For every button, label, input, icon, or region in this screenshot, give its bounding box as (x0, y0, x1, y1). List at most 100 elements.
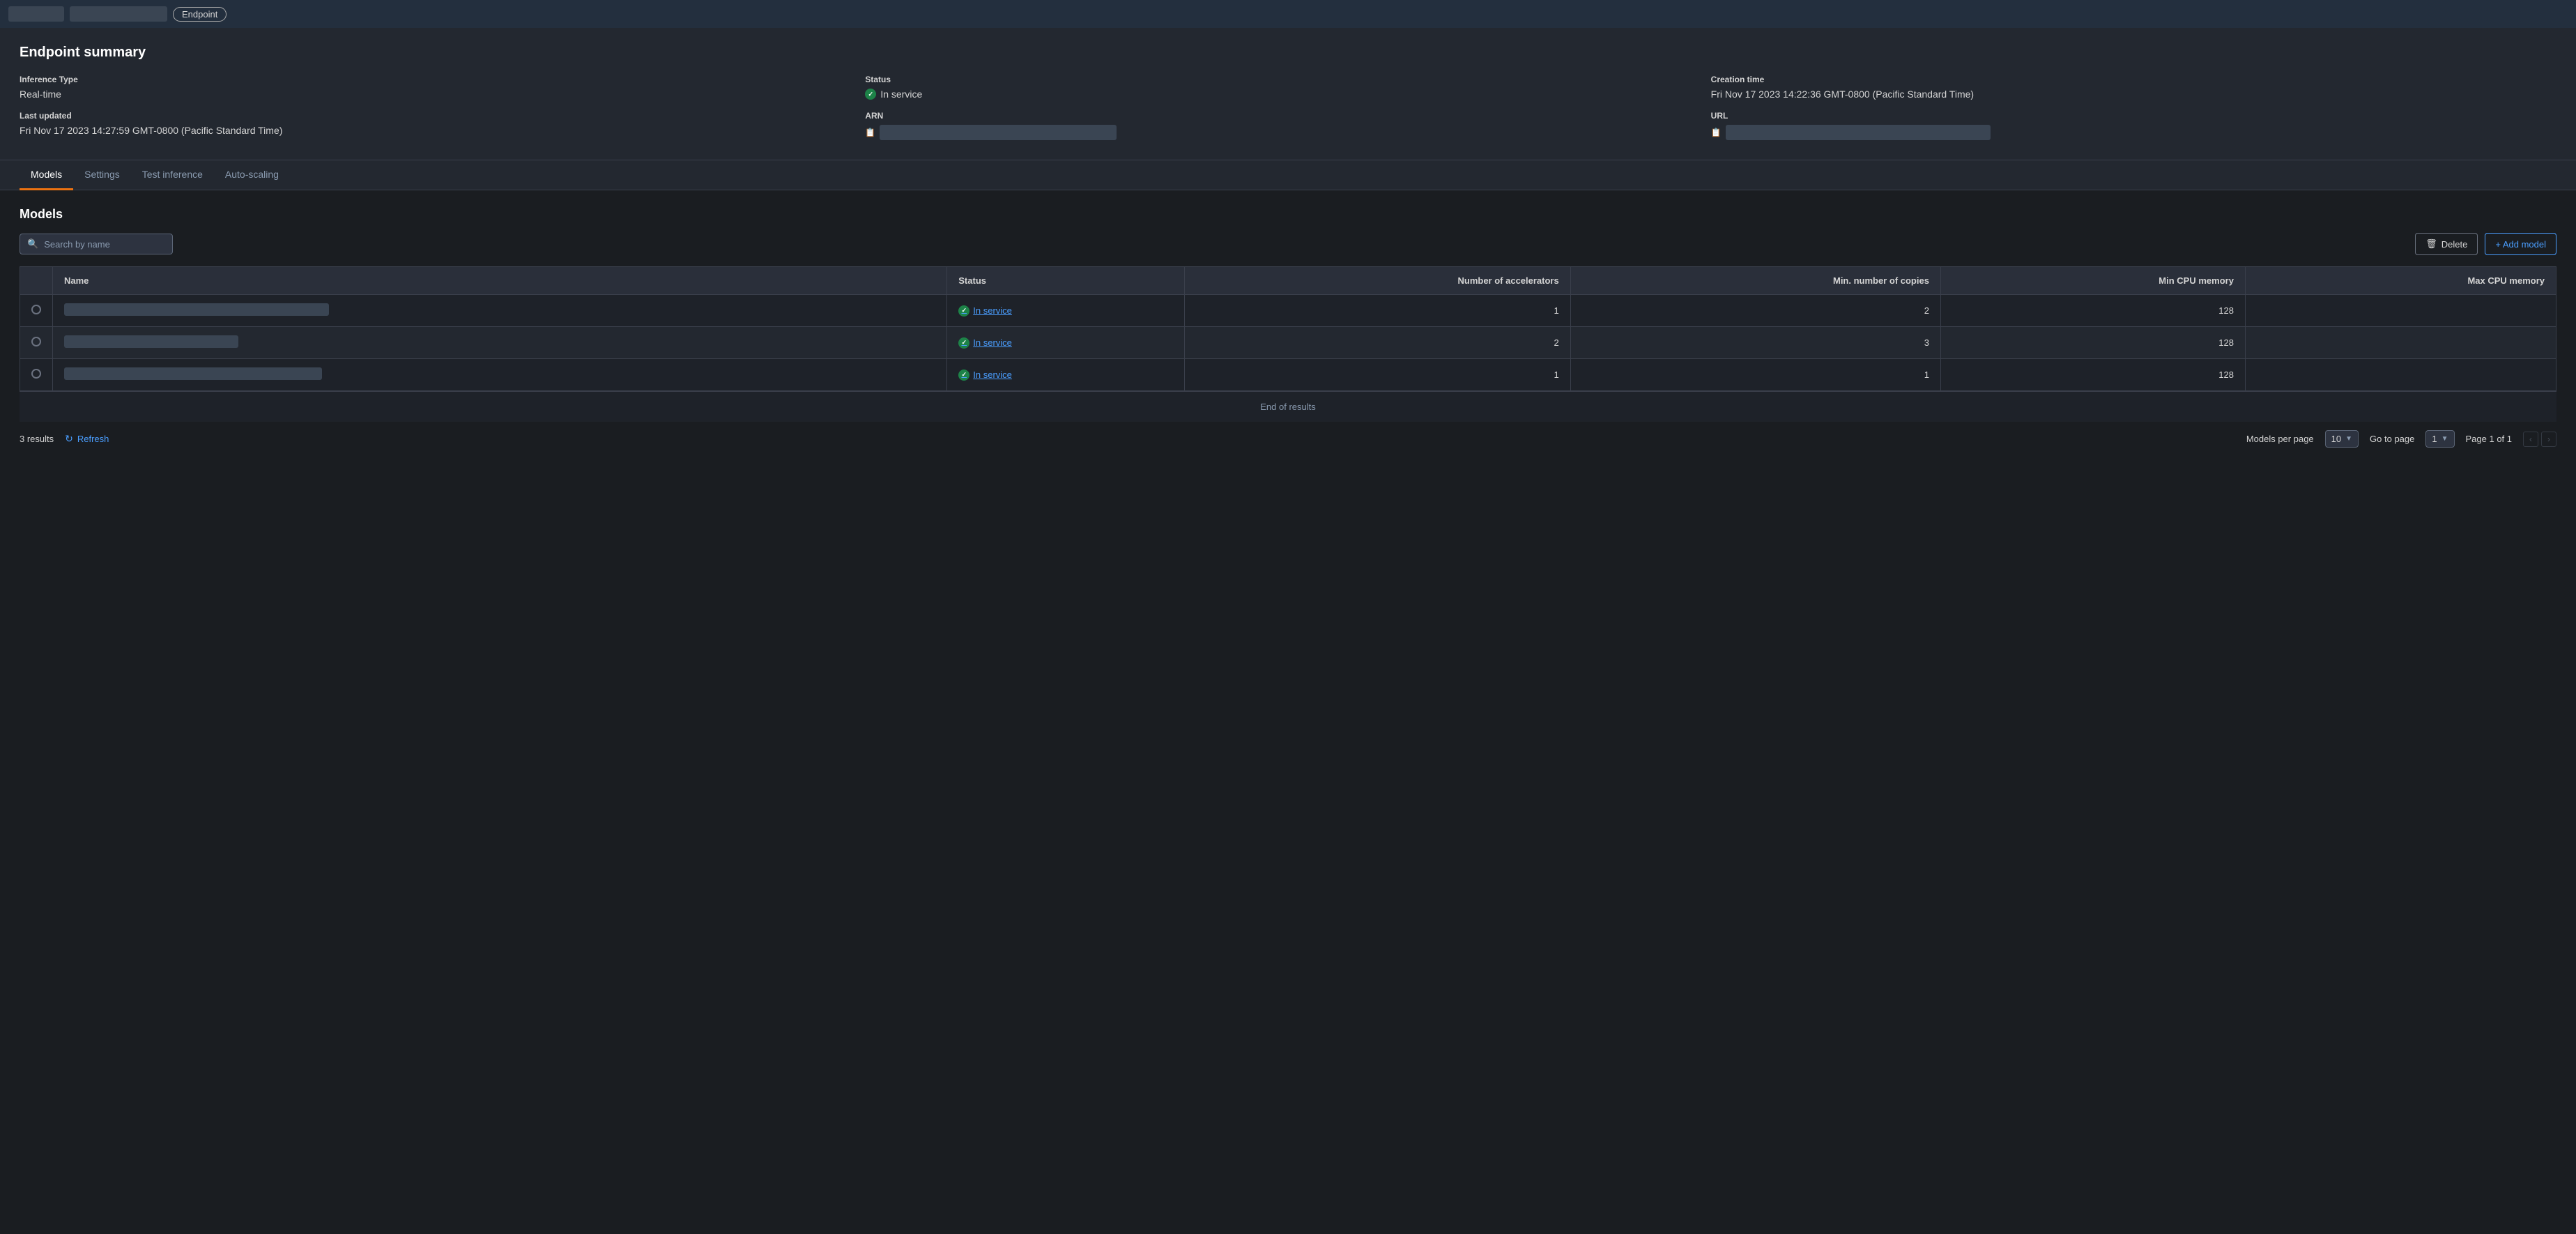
arn-label: ARN (865, 111, 1710, 121)
go-to-page-label: Go to page (2370, 434, 2414, 444)
row-status[interactable]: In service (958, 305, 1173, 317)
url-field: URL 📋 (1711, 111, 2556, 140)
nav-breadcrumb-1 (8, 6, 64, 22)
table-footer: 3 results ↻ Refresh Models per page 10 ▼… (20, 422, 2556, 448)
row-min-copies: 1 (1570, 359, 1940, 391)
next-page-button[interactable]: › (2541, 432, 2556, 447)
table-row: In service11128 (20, 359, 2556, 391)
row-name-redacted (64, 367, 322, 380)
status-field: Status In service (865, 75, 1710, 100)
row-status[interactable]: In service (958, 337, 1173, 349)
row-radio[interactable] (31, 305, 41, 314)
th-status: Status (947, 267, 1185, 295)
page-chevron-icon: ▼ (2441, 435, 2448, 443)
per-page-select[interactable]: 10 ▼ (2325, 430, 2359, 448)
url-value-redacted (1726, 125, 1991, 140)
table-row: In service 23128 (20, 327, 2556, 359)
inference-type-label: Inference Type (20, 75, 865, 84)
row-min-cpu-memory: 128 (1940, 327, 2245, 359)
arn-copy-field: 📋 (865, 125, 1710, 140)
arn-value-redacted (880, 125, 1117, 140)
table-row: In service 12128 (20, 295, 2556, 327)
tab-settings[interactable]: Settings (73, 160, 131, 190)
page-select[interactable]: 1 ▼ (2425, 430, 2454, 448)
row-max-cpu-memory (2245, 327, 2556, 359)
row-max-cpu-memory (2245, 295, 2556, 327)
delete-label: Delete (2441, 239, 2468, 250)
th-min-copies: Min. number of copies (1570, 267, 1940, 295)
trash-icon: 🗑 (2425, 238, 2437, 250)
url-copy-field: 📋 (1711, 125, 2556, 140)
row-radio-cell (20, 295, 53, 327)
arn-copy-icon[interactable]: 📋 (865, 128, 875, 137)
models-table: Name Status Number of accelerators Min. … (20, 266, 2556, 391)
chevron-down-icon: ▼ (2345, 435, 2352, 443)
search-input[interactable] (44, 239, 165, 250)
prev-page-button[interactable]: ‹ (2523, 432, 2538, 447)
th-accelerators: Number of accelerators (1184, 267, 1570, 295)
row-status-cell: In service (947, 295, 1185, 327)
th-name: Name (53, 267, 947, 295)
summary-grid-row1: Inference Type Real-time Status In servi… (20, 75, 2556, 100)
status-text: In service (880, 89, 922, 100)
page-value: 1 (2432, 434, 2437, 444)
url-copy-icon[interactable]: 📋 (1711, 128, 1722, 137)
creation-time-label: Creation time (1711, 75, 2556, 84)
status-value: In service (865, 89, 1710, 100)
end-of-results: End of results (20, 391, 2556, 422)
row-min-cpu-memory: 128 (1940, 359, 2245, 391)
row-status-dot-icon (958, 337, 969, 349)
search-wrapper[interactable]: 🔍 (20, 234, 173, 254)
row-status-cell: In service (947, 327, 1185, 359)
refresh-button[interactable]: ↻ Refresh (65, 433, 109, 445)
endpoint-summary-section: Endpoint summary Inference Type Real-tim… (0, 28, 2576, 160)
row-accelerators: 1 (1184, 295, 1570, 327)
add-model-label: + Add model (2495, 239, 2546, 250)
row-min-cpu-memory: 128 (1940, 295, 2245, 327)
row-accelerators: 2 (1184, 327, 1570, 359)
url-label: URL (1711, 111, 2556, 121)
row-status-text: In service (973, 305, 1012, 316)
models-section: Models 🔍 🗑 Delete + Add model (0, 190, 2576, 464)
creation-time-field: Creation time Fri Nov 17 2023 14:22:36 G… (1711, 75, 2556, 100)
row-min-copies: 3 (1570, 327, 1940, 359)
row-radio-cell (20, 359, 53, 391)
top-navigation: Endpoint (0, 0, 2576, 28)
th-min-cpu-memory: Min CPU memory (1940, 267, 2245, 295)
last-updated-label: Last updated (20, 111, 865, 121)
nav-breadcrumb-2 (70, 6, 167, 22)
add-model-button[interactable]: + Add model (2485, 233, 2556, 255)
th-max-cpu-memory: Max CPU memory (2245, 267, 2556, 295)
models-toolbar: 🔍 🗑 Delete + Add model (20, 233, 2556, 255)
row-min-copies: 2 (1570, 295, 1940, 327)
row-radio[interactable] (31, 369, 41, 379)
endpoint-summary-title: Endpoint summary (20, 45, 2556, 61)
tab-auto-scaling[interactable]: Auto-scaling (214, 160, 290, 190)
row-status-cell: In service (947, 359, 1185, 391)
table-header-row: Name Status Number of accelerators Min. … (20, 267, 2556, 295)
tab-models[interactable]: Models (20, 160, 73, 190)
row-name-cell (53, 359, 947, 391)
status-label: Status (865, 75, 1710, 84)
per-page-label: Models per page (2246, 434, 2314, 444)
refresh-icon: ↻ (65, 433, 73, 445)
row-radio[interactable] (31, 337, 41, 346)
search-icon: 🔍 (27, 238, 38, 250)
row-name-cell (53, 295, 947, 327)
per-page-value: 10 (2331, 434, 2341, 444)
tab-test-inference[interactable]: Test inference (131, 160, 214, 190)
refresh-label: Refresh (77, 434, 109, 444)
row-status-text: In service (973, 337, 1012, 348)
tabs-container: Models Settings Test inference Auto-scal… (0, 160, 2576, 190)
arn-field: ARN 📋 (865, 111, 1710, 140)
delete-button[interactable]: 🗑 Delete (2415, 233, 2478, 255)
row-name-redacted (64, 335, 238, 348)
inference-type-value: Real-time (20, 89, 865, 100)
row-name-redacted (64, 303, 329, 316)
summary-grid-row2: Last updated Fri Nov 17 2023 14:27:59 GM… (20, 111, 2556, 140)
page-nav-buttons: ‹ › (2523, 432, 2556, 447)
row-status-dot-icon (958, 370, 969, 381)
creation-time-value: Fri Nov 17 2023 14:22:36 GMT-0800 (Pacif… (1711, 89, 2556, 100)
row-status[interactable]: In service (958, 370, 1173, 381)
nav-breadcrumb-active: Endpoint (173, 7, 227, 22)
